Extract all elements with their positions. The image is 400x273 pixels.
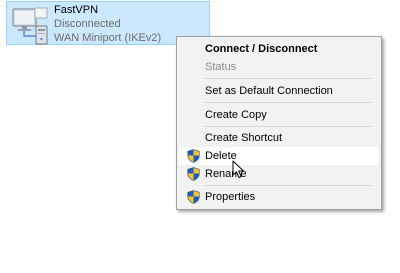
menu-item-set-default[interactable]: Set as Default Connection [179,82,379,100]
menu-item-label: Status [205,61,237,73]
menu-item-delete[interactable]: Delete [179,147,379,165]
menu-item-status: Status [179,58,379,76]
menu-item-create-copy[interactable]: Create Copy [179,106,379,124]
connection-name: FastVPN [54,4,99,16]
uac-shield-icon [187,190,200,204]
connection-status: Disconnected [54,18,121,30]
menu-item-label: Create Copy [205,109,267,121]
connection-details: FastVPN Disconnected WAN Miniport (IKEv2… [54,3,161,45]
menu-item-rename[interactable]: Rename [179,165,379,183]
menu-item-connect-disconnect[interactable]: Connect / Disconnect [179,40,379,58]
menu-separator [204,185,372,186]
menu-separator [204,102,372,103]
connection-device: WAN Miniport (IKEv2) [54,32,162,44]
mouse-pointer-icon [232,160,244,178]
menu-item-create-shortcut[interactable]: Create Shortcut [179,129,379,147]
menu-separator [204,126,372,127]
menu-item-label: Set as Default Connection [205,85,333,97]
menu-item-properties[interactable]: Properties [179,188,379,206]
uac-shield-icon [187,167,200,181]
context-menu: Connect / Disconnect Status Set as Defau… [176,36,382,210]
network-adapter-icon [12,7,48,45]
network-connections-window: FastVPN Disconnected WAN Miniport (IKEv2… [0,0,400,273]
menu-separator [204,78,372,79]
menu-item-label: Create Shortcut [205,132,283,144]
uac-shield-icon [187,149,200,163]
menu-item-label: Connect / Disconnect [205,43,318,55]
menu-item-label: Properties [205,191,256,203]
